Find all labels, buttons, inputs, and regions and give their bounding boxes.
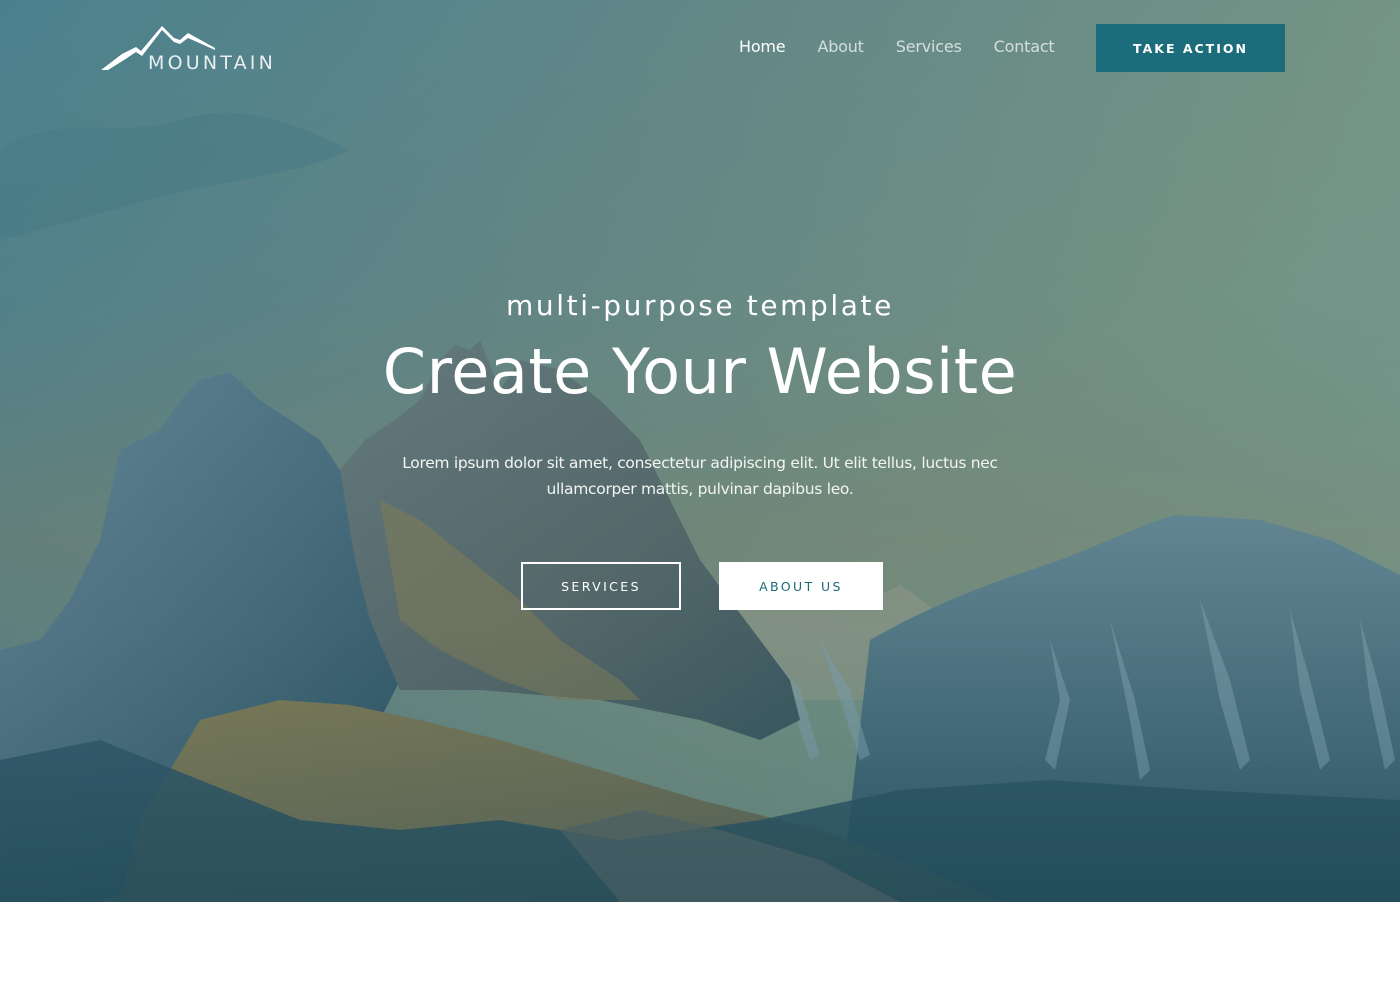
hero-title: Create Your Website bbox=[382, 335, 1018, 408]
hero-section: MOUNTAIN Home About Services Contact TAK… bbox=[0, 0, 1400, 902]
services-button[interactable]: SERVICES bbox=[521, 562, 681, 610]
nav-item-contact[interactable]: Contact bbox=[994, 36, 1055, 58]
nav-item-about[interactable]: About bbox=[817, 36, 864, 58]
take-action-button[interactable]: TAKE ACTION bbox=[1096, 24, 1285, 72]
nav-item-services[interactable]: Services bbox=[896, 36, 962, 58]
logo[interactable]: MOUNTAIN bbox=[100, 22, 290, 76]
hero-description: Lorem ipsum dolor sit amet, consectetur … bbox=[402, 453, 998, 498]
next-section bbox=[0, 902, 1400, 1000]
brand-name: MOUNTAIN bbox=[148, 52, 277, 74]
nav-item-home[interactable]: Home bbox=[739, 36, 786, 58]
hero-subtitle: multi-purpose template bbox=[506, 289, 894, 322]
main-nav: Home About Services Contact bbox=[739, 36, 1087, 58]
about-us-button[interactable]: ABOUT US bbox=[719, 562, 883, 610]
